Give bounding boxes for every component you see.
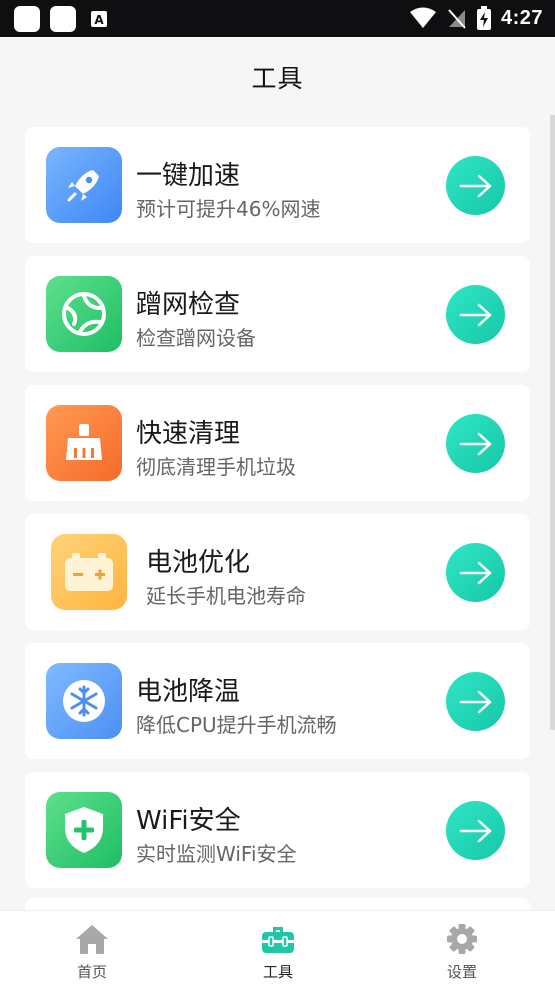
tool-card-quick-clean[interactable]: 快速清理 彻底清理手机垃圾 [25,385,530,501]
tool-title: 电池优化 [146,548,251,578]
tool-subtitle: 检查蹭网设备 [136,326,256,350]
tool-subtitle: 降低CPU提升手机流畅 [136,713,337,737]
nav-label: 设置 [446,963,477,981]
notification-icons: A [14,6,108,32]
arrow-right-icon [459,303,491,326]
bottom-nav: 首页 工具 设置 [0,910,555,989]
nav-label: 工具 [262,963,293,981]
tool-subtitle: 预计可提升46%网速 [136,197,321,221]
nav-home[interactable]: 首页 [42,923,142,982]
tool-card-speed-up[interactable]: 一键加速 预计可提升46%网速 [25,127,530,243]
notification-app-icon [50,6,76,32]
broom-icon [46,405,122,481]
tool-title: 一键加速 [136,161,241,191]
go-button[interactable] [446,543,505,602]
clock: 4:27 [500,6,543,29]
tool-card-battery-cooling[interactable]: 电池降温 降低CPU提升手机流畅 [25,643,530,759]
system-status: 4:27 [409,6,543,30]
scrollbar[interactable] [550,115,555,730]
battery-icon [51,534,127,610]
tool-subtitle: 彻底清理手机垃圾 [136,455,296,479]
globe-icon [46,276,122,352]
tool-title: 快速清理 [136,419,241,449]
gear-icon [447,924,477,954]
nav-label: 首页 [76,963,107,981]
toolbox-icon [262,927,294,953]
shield-plus-icon [46,792,122,868]
snowflake-icon [46,663,122,739]
nav-settings[interactable]: 设置 [412,923,512,982]
page-title: 工具 [251,64,304,93]
arrow-right-icon [459,690,491,713]
go-button[interactable] [446,414,505,473]
go-button[interactable] [446,285,505,344]
tool-card-wifi-security[interactable]: WiFi安全 实时监测WiFi安全 [25,772,530,888]
tool-title: WiFi安全 [136,806,241,836]
no-signal-icon [448,9,466,29]
go-button[interactable] [446,672,505,731]
arrow-right-icon [459,561,491,584]
tool-subtitle: 实时监测WiFi安全 [136,842,297,866]
go-button[interactable] [446,156,505,215]
battery-charging-icon [476,6,491,30]
tool-card-battery-optimize[interactable]: 电池优化 延长手机电池寿命 [25,514,530,630]
arrow-right-icon [459,819,491,842]
page-header: 工具 [0,37,555,117]
wifi-icon [409,7,436,28]
keyboard-a-icon: A [90,10,108,28]
nav-tools[interactable]: 工具 [228,923,328,982]
home-icon [76,925,108,954]
go-button[interactable] [446,801,505,860]
rocket-icon [46,147,122,223]
status-bar: A 4:27 [0,0,555,37]
tool-title: 蹭网检查 [136,290,241,320]
tool-title: 电池降温 [136,677,241,707]
arrow-right-icon [459,174,491,197]
notification-app-icon [14,6,40,32]
svg-text:A: A [94,13,104,27]
tool-subtitle: 延长手机电池寿命 [146,584,306,608]
tool-card-freeloader-check[interactable]: 蹭网检查 检查蹭网设备 [25,256,530,372]
arrow-right-icon [459,432,491,455]
